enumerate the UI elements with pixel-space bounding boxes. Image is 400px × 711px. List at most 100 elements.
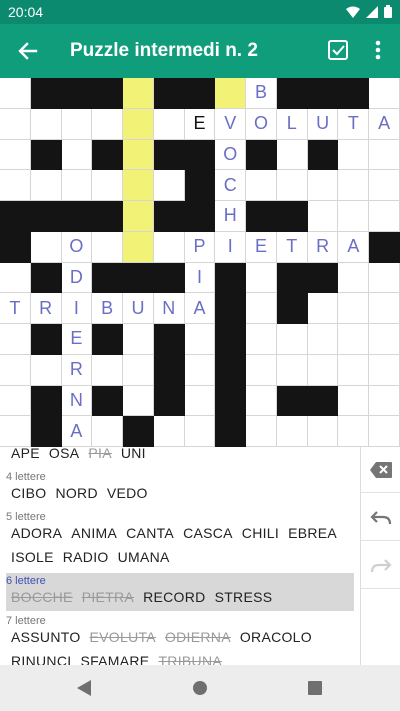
grid-cell[interactable]	[369, 262, 400, 294]
grid-cell[interactable]: D	[61, 262, 93, 294]
grid-cell[interactable]	[184, 354, 216, 386]
grid-cell[interactable]	[184, 385, 216, 417]
grid-cell[interactable]	[338, 293, 370, 324]
grid-cell[interactable]: C	[215, 170, 247, 201]
grid-cell[interactable]	[153, 108, 185, 140]
grid-cell[interactable]	[369, 201, 400, 232]
grid-cell[interactable]	[0, 354, 31, 386]
grid-cell[interactable]	[276, 354, 308, 386]
nav-home-icon[interactable]	[188, 676, 212, 700]
grid-cell[interactable]	[246, 385, 277, 417]
word-item[interactable]: SFAMARE	[80, 653, 149, 665]
grid-cell[interactable]	[61, 108, 93, 140]
grid-cell[interactable]: O	[215, 139, 247, 171]
grid-cell[interactable]: N	[61, 385, 93, 417]
word-item[interactable]: ISOLE	[11, 549, 54, 565]
grid-cell[interactable]	[369, 385, 400, 417]
grid-cell[interactable]: T	[0, 293, 31, 324]
grid-cell[interactable]	[92, 354, 124, 386]
grid-cell[interactable]	[215, 78, 247, 109]
grid-cell[interactable]	[246, 262, 277, 294]
word-item[interactable]: ODIERNA	[165, 629, 231, 645]
grid-cell[interactable]	[369, 170, 400, 201]
grid-cell[interactable]	[276, 416, 308, 447]
grid-cell[interactable]: B	[92, 293, 124, 324]
grid-cell[interactable]: N	[153, 293, 185, 324]
grid-cell[interactable]	[123, 139, 154, 171]
grid-cell[interactable]	[307, 170, 339, 201]
grid-cell[interactable]	[276, 324, 308, 355]
word-item[interactable]: PIA	[88, 447, 111, 461]
grid-cell[interactable]: I	[184, 262, 216, 294]
grid-cell[interactable]	[338, 262, 370, 294]
word-item[interactable]: CIBO	[11, 485, 46, 501]
word-item[interactable]: CHILI	[242, 525, 279, 541]
grid-cell[interactable]	[338, 139, 370, 171]
nav-back-icon[interactable]	[72, 676, 96, 700]
grid-cell[interactable]: R	[30, 293, 62, 324]
word-item[interactable]: ADORA	[11, 525, 62, 541]
word-item[interactable]: UNI	[121, 447, 146, 461]
grid-cell[interactable]	[92, 108, 124, 140]
grid-cell[interactable]	[307, 293, 339, 324]
grid-cell[interactable]	[92, 170, 124, 201]
grid-cell[interactable]	[0, 108, 31, 140]
grid-cell[interactable]: V	[215, 108, 247, 140]
grid-cell[interactable]: E	[184, 108, 216, 140]
grid-cell[interactable]	[0, 170, 31, 201]
grid-cell[interactable]	[0, 385, 31, 417]
grid-cell[interactable]: O	[61, 231, 93, 263]
grid-cell[interactable]	[246, 170, 277, 201]
grid-cell[interactable]: A	[61, 416, 93, 447]
word-item[interactable]: RECORD	[143, 589, 205, 605]
grid-cell[interactable]: H	[215, 201, 247, 232]
grid-cell[interactable]	[0, 324, 31, 355]
grid-cell[interactable]	[30, 108, 62, 140]
word-item[interactable]: APE	[11, 447, 40, 461]
grid-cell[interactable]	[184, 324, 216, 355]
grid-cell[interactable]	[246, 324, 277, 355]
arrow-back-icon[interactable]	[14, 37, 42, 65]
grid-cell[interactable]: E	[61, 324, 93, 355]
grid-cell[interactable]	[123, 354, 154, 386]
word-item[interactable]: RINUNCI	[11, 653, 71, 665]
grid-cell[interactable]: A	[338, 231, 370, 263]
word-item[interactable]: CANTA	[126, 525, 174, 541]
word-item[interactable]: STRESS	[215, 589, 273, 605]
undo-button[interactable]	[361, 495, 400, 541]
word-item[interactable]: RADIO	[63, 549, 109, 565]
grid-cell[interactable]	[123, 108, 154, 140]
grid-cell[interactable]	[338, 416, 370, 447]
grid-cell[interactable]	[307, 324, 339, 355]
grid-cell[interactable]: O	[246, 108, 277, 140]
grid-cell[interactable]	[369, 78, 400, 109]
nav-recents-icon[interactable]	[303, 676, 327, 700]
grid-cell[interactable]: T	[276, 231, 308, 263]
grid-cell[interactable]	[246, 416, 277, 447]
grid-cell[interactable]	[61, 170, 93, 201]
grid-cell[interactable]	[369, 354, 400, 386]
grid-cell[interactable]	[153, 231, 185, 263]
word-item[interactable]: ASSUNTO	[11, 629, 81, 645]
grid-cell[interactable]	[123, 170, 154, 201]
grid-cell[interactable]: R	[307, 231, 339, 263]
word-item[interactable]: CASCA	[183, 525, 233, 541]
grid-cell[interactable]: I	[61, 293, 93, 324]
grid-cell[interactable]: A	[184, 293, 216, 324]
grid-cell[interactable]	[369, 293, 400, 324]
grid-cell[interactable]: E	[246, 231, 277, 263]
grid-cell[interactable]	[0, 139, 31, 171]
grid-cell[interactable]	[338, 354, 370, 386]
grid-cell[interactable]	[30, 170, 62, 201]
grid-cell[interactable]: L	[276, 108, 308, 140]
grid-cell[interactable]: A	[369, 108, 400, 140]
backspace-button[interactable]	[361, 447, 400, 493]
word-item[interactable]: ANIMA	[71, 525, 117, 541]
grid-cell[interactable]: T	[338, 108, 370, 140]
grid-cell[interactable]	[307, 354, 339, 386]
grid-cell[interactable]	[61, 139, 93, 171]
grid-cell[interactable]	[123, 78, 154, 109]
grid-cell[interactable]	[153, 416, 185, 447]
grid-cell[interactable]: B	[246, 78, 277, 109]
grid-cell[interactable]	[338, 385, 370, 417]
